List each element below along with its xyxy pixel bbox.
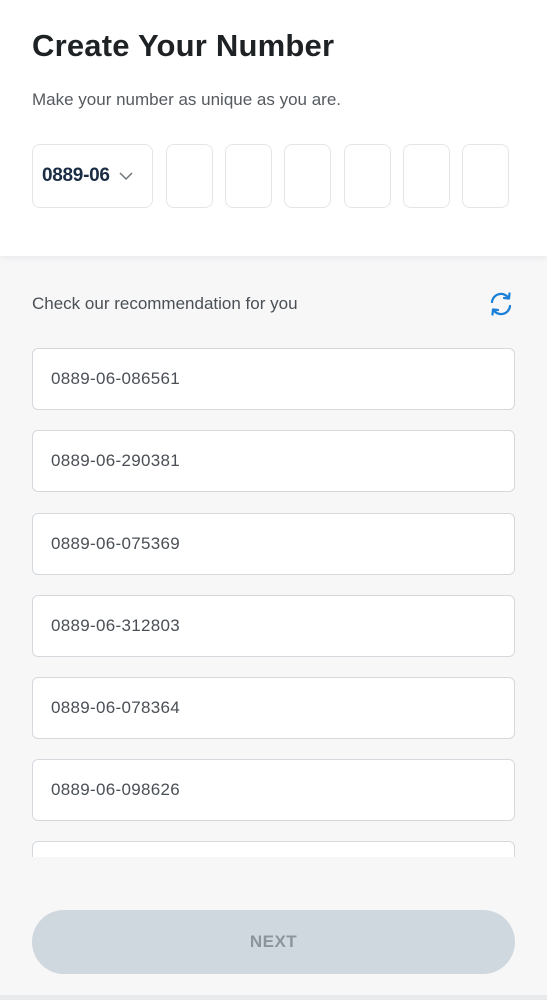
page-title: Create Your Number bbox=[32, 28, 335, 63]
digit-input-5[interactable] bbox=[403, 144, 450, 208]
recommendation-item[interactable]: 0889-06-098626 bbox=[32, 759, 515, 821]
recommendation-item[interactable]: 0889-06-312803 bbox=[32, 595, 515, 657]
prefix-value: 0889-06 bbox=[42, 165, 110, 186]
digit-input-6[interactable] bbox=[462, 144, 509, 208]
recommendation-item[interactable]: 0889-06-290381 bbox=[32, 430, 515, 492]
digit-input-3[interactable] bbox=[284, 144, 331, 208]
number-builder-card: Create Your Number Make your number as u… bbox=[0, 0, 547, 256]
digit-input-1[interactable] bbox=[166, 144, 213, 208]
recommendation-list: 0889-06-086561 0889-06-290381 0889-06-07… bbox=[0, 348, 547, 857]
recommendation-item[interactable]: 0889-06-086561 bbox=[32, 348, 515, 410]
chevron-down-icon bbox=[118, 168, 134, 184]
digit-input-4[interactable] bbox=[344, 144, 391, 208]
next-button[interactable]: NEXT bbox=[32, 910, 515, 974]
bottom-divider bbox=[0, 995, 547, 1000]
recommendation-item[interactable]: 0889-06-075369 bbox=[32, 513, 515, 575]
recommendation-item[interactable] bbox=[32, 841, 515, 857]
recommendation-item[interactable]: 0889-06-078364 bbox=[32, 677, 515, 739]
page-subtitle: Make your number as unique as you are. bbox=[32, 90, 342, 109]
digit-input-2[interactable] bbox=[225, 144, 272, 208]
prefix-dropdown[interactable]: 0889-06 bbox=[32, 144, 153, 208]
refresh-icon[interactable] bbox=[486, 289, 516, 319]
recommendation-label: Check our recommendation for you bbox=[32, 294, 298, 313]
